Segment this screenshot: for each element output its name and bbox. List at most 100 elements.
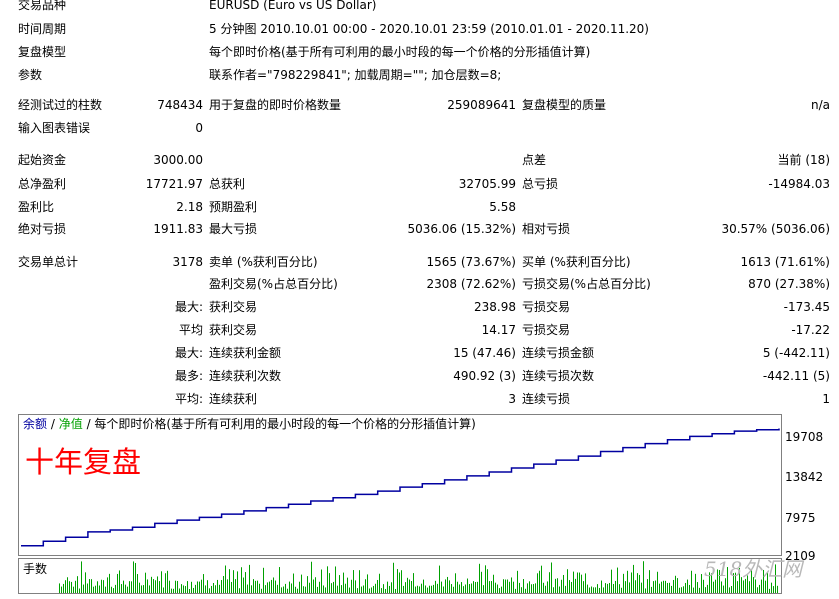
volume-bar [183,585,184,593]
volume-bar [209,588,210,593]
net-profit-value: 17721.97 [145,177,203,191]
volume-bar [411,580,412,593]
volume-bar [583,581,584,593]
volume-bar [207,580,208,593]
volume-bar [743,580,744,593]
volume-bar [687,579,688,593]
spread-label: 点差 [522,153,547,167]
volume-bar [545,585,546,593]
volume-bar [289,581,290,593]
volume-bar [679,587,680,593]
volume-bar [423,579,424,593]
volume-bar [199,581,200,593]
volume-bar [481,571,482,593]
volume-bar [87,583,88,593]
volume-bar [73,586,74,593]
volume-bar [543,582,544,593]
profit-trades-value: 2308 (72.62%) [426,277,516,291]
volume-bar [603,587,604,593]
volume-bar [433,584,434,593]
volume-bar [221,580,222,593]
volume-bar [145,572,146,593]
short-positions-label: 卖单 (%获利百分比) [209,255,318,269]
volume-bar [569,580,570,593]
volume-bar [429,585,430,593]
period-value: 5 分钟图 2010.10.01 00:00 - 2020.10.01 23:5… [209,22,649,36]
gross-loss-value: -14984.03 [768,177,830,191]
volume-bar [211,585,212,593]
volume-bar [335,566,336,593]
volume-bar [299,581,300,593]
volume-bar [459,584,460,593]
volume-bar [381,588,382,593]
relative-drawdown-label: 相对亏损 [522,222,571,236]
volume-bar [713,581,714,593]
volume-label: 手数 [23,562,48,576]
model-label: 复盘模型 [18,45,67,59]
errors-label: 输入图表错误 [18,121,91,135]
volume-bar [455,573,456,593]
volume-bar [187,581,188,593]
volume-bar [223,576,224,593]
volume-bar [651,586,652,593]
volume-bar [153,579,154,593]
volume-bar [369,588,370,593]
net-profit-label: 总净盈利 [18,177,67,191]
maximal-drawdown-value: 5036.06 (15.32%) [407,222,516,236]
volume-bar [639,574,640,593]
volume-bar [177,580,178,593]
gross-profit-value: 32705.99 [458,177,516,191]
volume-bar [419,586,420,593]
volume-bar [271,579,272,593]
largest-loss-value: -173.45 [783,300,830,314]
volume-bar [501,586,502,593]
volume-bar [151,576,152,593]
volume-bar [287,588,288,593]
short-positions-value: 1565 (73.67%) [426,255,516,269]
volume-bar [513,581,514,593]
volume-bar [567,569,568,593]
ticks-label: 用于复盘的即时价格数量 [209,98,342,112]
volume-bar [461,582,462,593]
volume-bar [601,580,602,593]
volume-bar [749,581,750,593]
volume-bar [591,586,592,593]
volume-bar [619,584,620,593]
volume-bar [297,588,298,593]
params-label: 参数 [18,68,43,82]
volume-bar [661,581,662,593]
volume-bar [605,583,606,593]
volume-bar [707,584,708,593]
volume-bar [93,586,94,593]
volume-bar [245,572,246,593]
volume-bar [71,581,72,593]
volume-bar [331,583,332,593]
volume-bar [745,578,746,593]
consecutive-losses-money-label: 连续亏损金额 [522,346,595,360]
largest-profit-value: 238.98 [474,300,516,314]
volume-bar [313,579,314,593]
volume-bar [171,588,172,593]
volume-bar [561,579,562,593]
quality-label: 复盘模型的质量 [522,98,607,112]
volume-bar [621,587,622,593]
volume-bar [609,582,610,593]
volume-bar [279,567,280,593]
quality-value: n/a [810,98,830,112]
volume-bar [163,587,164,593]
volume-bar [371,587,372,593]
volume-bar [253,579,254,593]
volume-bar [449,580,450,593]
average-consecutive-wins-value: 3 [508,392,516,406]
ticks-value: 259089641 [447,98,516,112]
volume-bar [647,579,648,593]
volume-bar [373,585,374,593]
volume-bar [615,580,616,593]
volume-bar [503,579,504,593]
volume-bar [613,583,614,593]
volume-bar [447,576,448,593]
volume-bar [255,580,256,593]
volume-bar [625,581,626,593]
volume-bar [699,587,700,593]
symbol-value: EURUSD (Euro vs US Dollar) [209,0,377,12]
